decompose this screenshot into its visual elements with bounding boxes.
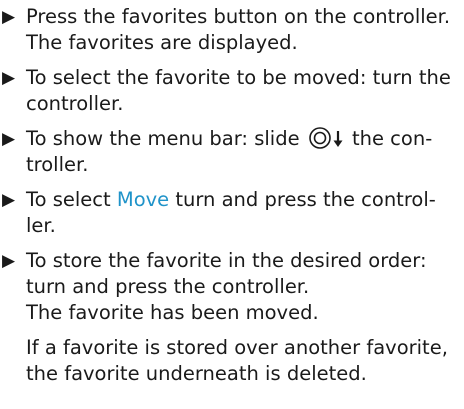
step-note: If a favorite is stored over another fav… [26,335,464,387]
step-select-move: ▶ To select Move turn and press the cont… [0,187,464,239]
step-text-after-highlight: turn and press the control- [169,188,436,211]
step-store-favorite: ▶ To store the favorite in the desired o… [0,248,464,387]
controller-slide-down-icon [308,127,343,149]
bullet-arrow-icon: ▶ [2,129,16,149]
step-text-continued: troller. [26,153,89,176]
step-text-before-icon: To show the menu bar: slide [26,127,306,150]
step-text: Press the favorites button on the contro… [26,5,451,28]
step-text-continued: ler. [26,214,56,237]
step-show-menu-bar: ▶ To show the menu bar: slide the con- t… [0,126,464,178]
step-result: The favorites are displayed. [26,31,298,54]
bullet-arrow-icon: ▶ [2,251,16,271]
bullet-arrow-icon: ▶ [2,68,16,88]
note-line-continued: the favorite underneath is deleted. [26,362,367,385]
step-text-after-icon: the con- [345,127,433,150]
bullet-arrow-icon: ▶ [2,7,16,27]
step-text-continued: controller. [26,92,124,115]
move-menu-label: Move [116,188,170,211]
bullet-arrow-icon: ▶ [2,190,16,210]
step-result: The favorite has been moved. [26,301,319,324]
step-press-favorites: ▶ Press the favorites button on the cont… [0,4,464,56]
step-select-favorite: ▶ To select the favorite to be moved: tu… [0,65,464,117]
step-text: To store the favorite in the desired ord… [26,249,427,272]
step-text-before-highlight: To select [26,188,117,211]
step-text-continued: turn and press the controller. [26,275,310,298]
note-line: If a favorite is stored over another fav… [26,336,448,359]
step-text: To show the menu bar: slide the con- [26,126,464,152]
instruction-page: ▶ Press the favorites button on the cont… [0,0,464,409]
step-text: To select the favorite to be moved: turn… [26,66,451,89]
step-text: To select Move turn and press the contro… [26,187,464,213]
